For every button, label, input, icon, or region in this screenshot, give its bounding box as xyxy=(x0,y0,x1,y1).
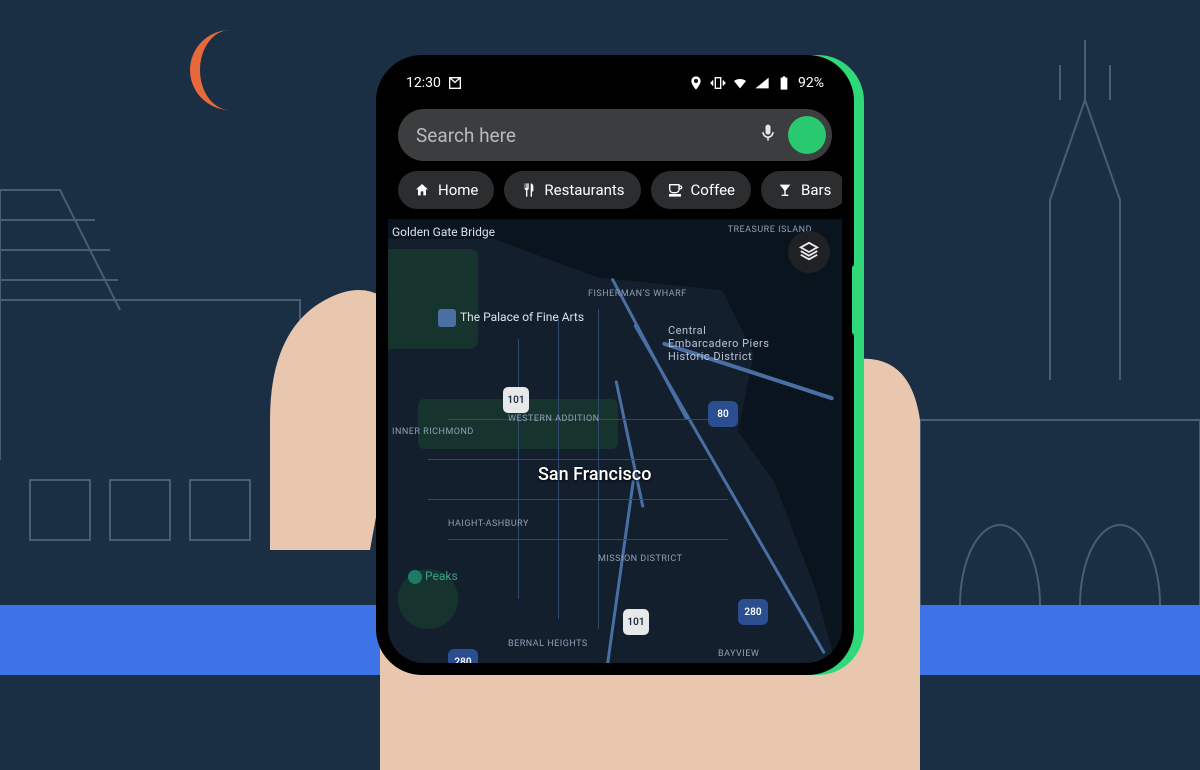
layers-icon xyxy=(798,241,820,263)
mail-icon xyxy=(447,75,463,91)
highway-shield: 101 xyxy=(623,609,649,635)
signal-icon xyxy=(754,75,770,91)
power-button xyxy=(852,265,854,335)
chip-label: Bars xyxy=(801,181,831,199)
location-icon xyxy=(688,75,704,91)
chip-label: Home xyxy=(438,181,478,199)
map-district: INNER RICHMOND xyxy=(392,427,474,437)
restaurant-icon xyxy=(520,182,536,198)
highway-shield: 80 xyxy=(708,401,738,427)
moon-icon xyxy=(180,30,250,114)
map-district: BAYVIEW xyxy=(718,649,759,659)
map-district: Central Embarcadero Piers Historic Distr… xyxy=(668,324,778,363)
highway-shield: 101 xyxy=(503,387,529,413)
status-bar: 12:30 92% xyxy=(388,67,842,99)
map-district: MISSION DISTRICT xyxy=(598,554,682,564)
map-city-label: San Francisco xyxy=(538,464,651,485)
chip-home[interactable]: Home xyxy=(398,171,494,209)
chip-coffee[interactable]: Coffee xyxy=(651,171,751,209)
chip-restaurants[interactable]: Restaurants xyxy=(504,171,640,209)
chip-label: Coffee xyxy=(691,181,735,199)
map-district: FISHERMAN'S WHARF xyxy=(588,289,687,299)
category-chip-row[interactable]: Home Restaurants Coffee Bars xyxy=(388,171,842,219)
mic-icon[interactable] xyxy=(758,123,778,147)
search-placeholder: Search here xyxy=(416,124,748,147)
map-district: HAIGHT-ASHBURY xyxy=(448,519,529,529)
map-layers-button[interactable] xyxy=(788,231,830,273)
status-battery-pct: 92% xyxy=(798,75,824,91)
wifi-icon xyxy=(732,75,748,91)
map-poi[interactable]: Peaks xyxy=(408,569,458,584)
search-bar[interactable]: Search here xyxy=(398,109,832,161)
bar-icon xyxy=(777,182,793,198)
map-district: WESTERN ADDITION xyxy=(508,414,600,424)
highway-shield: 280 xyxy=(448,649,478,663)
map-district: BERNAL HEIGHTS xyxy=(508,639,588,649)
status-time: 12:30 xyxy=(406,75,441,91)
profile-avatar[interactable] xyxy=(788,116,826,154)
phone-frame: 12:30 92% Search h xyxy=(376,55,854,675)
chip-bars[interactable]: Bars xyxy=(761,171,842,209)
search-bar-container: Search here xyxy=(388,99,842,171)
chip-label: Restaurants xyxy=(544,181,624,199)
home-icon xyxy=(414,182,430,198)
highway-shield: 280 xyxy=(738,599,768,625)
museum-icon xyxy=(438,309,456,327)
coffee-icon xyxy=(667,182,683,198)
map-poi[interactable]: The Palace of Fine Arts xyxy=(438,309,584,327)
vibrate-icon xyxy=(710,75,726,91)
battery-icon xyxy=(776,75,792,91)
map-poi[interactable]: Golden Gate Bridge xyxy=(392,225,495,239)
phone-screen: 12:30 92% Search h xyxy=(388,67,842,663)
map-canvas[interactable]: Golden Gate Bridge The Palace of Fine Ar… xyxy=(388,219,842,663)
